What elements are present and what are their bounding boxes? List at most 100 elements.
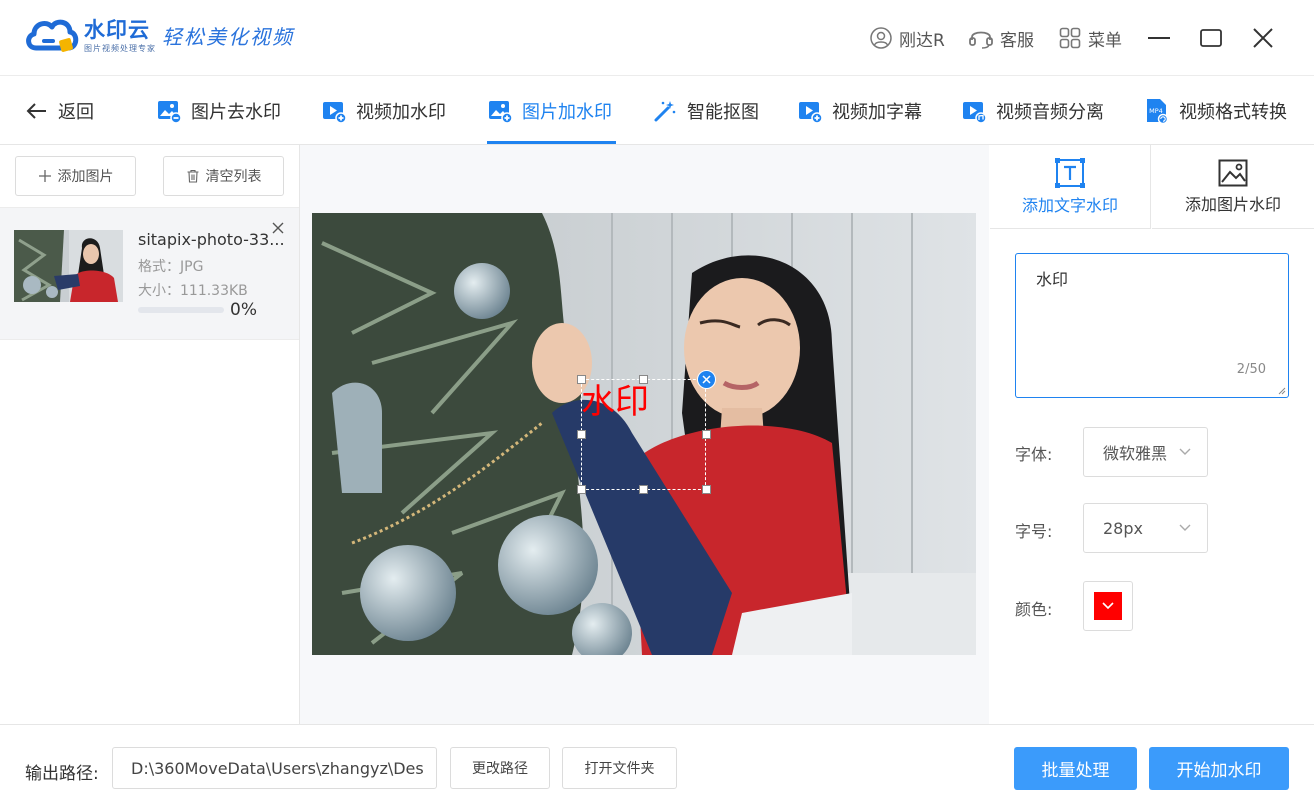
resize-handle-left[interactable]	[577, 430, 586, 439]
tab-label: 图片去水印	[191, 102, 281, 123]
batch-process-button[interactable]: 批量处理	[1014, 747, 1137, 790]
grid-menu-icon	[1059, 27, 1081, 49]
resize-handle-top-left[interactable]	[577, 375, 586, 384]
user-name: 刚达R	[899, 30, 945, 51]
image-icon	[1218, 159, 1248, 186]
resize-handle-right[interactable]	[702, 430, 711, 439]
footer-bar: 输出路径: D:\360MoveData\Users\zhangyz\Des 更…	[0, 724, 1314, 810]
resize-handle-top[interactable]	[639, 375, 648, 384]
file-format: 格式：JPG	[138, 259, 204, 275]
output-path-label: 输出路径:	[25, 764, 99, 784]
tab-video-add-subtitles[interactable]: 视频加字幕	[798, 96, 922, 126]
file-list-item[interactable]: sitapix-photo-33... 格式：JPG 大小：111.33KB	[0, 207, 299, 340]
user-icon	[870, 27, 892, 49]
app-slogan: 轻松美化视频	[162, 25, 294, 49]
char-counter: 2/50	[1236, 362, 1266, 377]
start-watermark-button[interactable]: 开始加水印	[1149, 747, 1289, 790]
maximize-icon	[1200, 29, 1222, 47]
file-size: 大小：111.33KB	[138, 283, 248, 299]
image-add-icon	[489, 101, 512, 123]
maximize-button[interactable]	[1197, 24, 1225, 52]
tab-add-text-watermark[interactable]: 添加文字水印	[990, 145, 1151, 229]
tab-video-audio-separation[interactable]: 视频音频分离	[962, 96, 1104, 126]
title-bar: 水印云 图片视频处理专家 轻松美化视频 刚达R 客服 菜单	[0, 0, 1314, 76]
close-window-button[interactable]	[1249, 24, 1277, 52]
app-name: 水印云	[84, 18, 150, 42]
tab-video-format-convert[interactable]: MP4 视频格式转换	[1145, 96, 1287, 126]
chevron-down-icon	[1179, 524, 1191, 531]
watermark-text-input[interactable]: 水印 2/50	[1015, 253, 1289, 398]
watermark-text[interactable]: 水印	[581, 379, 649, 425]
menu-button[interactable]: 菜单	[1058, 24, 1122, 52]
plus-icon	[38, 170, 51, 182]
back-button[interactable]: 返回	[26, 98, 94, 124]
user-account-button[interactable]: 刚达R	[869, 24, 945, 52]
tab-label: 视频加字幕	[832, 102, 922, 123]
resize-grip-icon[interactable]	[1277, 386, 1286, 395]
text-icon	[1055, 157, 1085, 188]
file-list-panel: 添加图片 清空列表 sitapix-photo-33... 格式：JPG 大小：…	[0, 145, 300, 724]
service-label: 客服	[1000, 30, 1034, 51]
chevron-down-icon	[1179, 448, 1191, 455]
tab-label: 图片加水印	[522, 102, 612, 123]
minimize-icon	[1148, 37, 1170, 39]
color-label: 颜色:	[1015, 600, 1053, 619]
mp4-file-icon: MP4	[1147, 99, 1169, 124]
chevron-down-icon	[1102, 602, 1114, 610]
video-subtitle-icon	[799, 102, 822, 123]
color-picker[interactable]	[1083, 581, 1133, 631]
tab-label: 视频加水印	[356, 102, 446, 123]
tab-add-image-watermark[interactable]: 添加图片水印	[1152, 145, 1314, 229]
headset-icon	[969, 31, 993, 49]
clear-list-button[interactable]: 清空列表	[163, 156, 284, 196]
watermark-text-value: 水印	[1036, 270, 1069, 289]
arrow-left-icon	[26, 103, 46, 119]
delete-watermark-button[interactable]	[697, 370, 716, 389]
video-add-icon	[323, 102, 346, 123]
menu-label: 菜单	[1088, 30, 1122, 51]
font-size-value: 28px	[1103, 518, 1143, 538]
add-image-button[interactable]: 添加图片	[15, 156, 136, 196]
back-label: 返回	[58, 102, 94, 123]
tab-video-add-watermark[interactable]: 视频加水印	[322, 96, 446, 126]
tab-image-remove-watermark[interactable]: 图片去水印	[157, 96, 281, 126]
trash-icon	[187, 169, 198, 183]
app-window: 水印云 图片视频处理专家 轻松美化视频 刚达R 客服 菜单 返回 图片去水印 视…	[0, 0, 1314, 810]
resize-handle-bottom-left[interactable]	[577, 485, 586, 494]
close-icon	[1253, 28, 1273, 48]
remove-file-icon[interactable]	[270, 220, 286, 236]
file-progress-bar	[138, 307, 224, 313]
file-thumbnail	[14, 230, 123, 302]
watermark-settings-panel: 添加文字水印 添加图片水印 水印 2/50 字体: 微软雅黑 字号: 28px …	[990, 145, 1314, 724]
app-subtitle: 图片视频处理专家	[84, 44, 156, 53]
add-image-label: 添加图片	[57, 169, 114, 185]
resize-handle-bottom-right[interactable]	[702, 485, 711, 494]
magic-wand-icon	[654, 101, 676, 122]
output-path-field[interactable]: D:\360MoveData\Users\zhangyz\Des	[112, 747, 437, 789]
customer-service-button[interactable]: 客服	[968, 24, 1034, 52]
font-size-select[interactable]: 28px	[1083, 503, 1208, 553]
tab-label: 视频音频分离	[996, 102, 1104, 123]
file-name: sitapix-photo-33...	[138, 230, 285, 249]
font-label: 字体:	[1015, 445, 1053, 464]
clear-list-label: 清空列表	[205, 169, 262, 185]
open-folder-button[interactable]: 打开文件夹	[562, 747, 677, 789]
font-value: 微软雅黑	[1103, 444, 1168, 463]
resize-handle-bottom[interactable]	[639, 485, 648, 494]
tab-image-add-watermark[interactable]: 图片加水印	[488, 96, 612, 126]
tab-add-text-label: 添加文字水印	[1021, 195, 1118, 215]
cloud-logo-icon	[26, 19, 79, 52]
svg-text:MP4: MP4	[1149, 107, 1163, 115]
color-swatch-fill	[1094, 592, 1122, 620]
active-tab-indicator	[487, 141, 616, 144]
tab-smart-cutout[interactable]: 智能抠图	[653, 96, 759, 126]
image-remove-icon	[158, 101, 181, 123]
close-icon	[702, 375, 711, 384]
file-progress-text: 0%	[230, 300, 257, 320]
video-audio-icon	[963, 102, 986, 123]
tab-add-image-label: 添加图片水印	[1184, 194, 1281, 214]
tab-label: 视频格式转换	[1179, 102, 1287, 123]
minimize-button[interactable]	[1145, 24, 1173, 52]
change-path-button[interactable]: 更改路径	[450, 747, 550, 789]
font-select[interactable]: 微软雅黑	[1083, 427, 1208, 477]
